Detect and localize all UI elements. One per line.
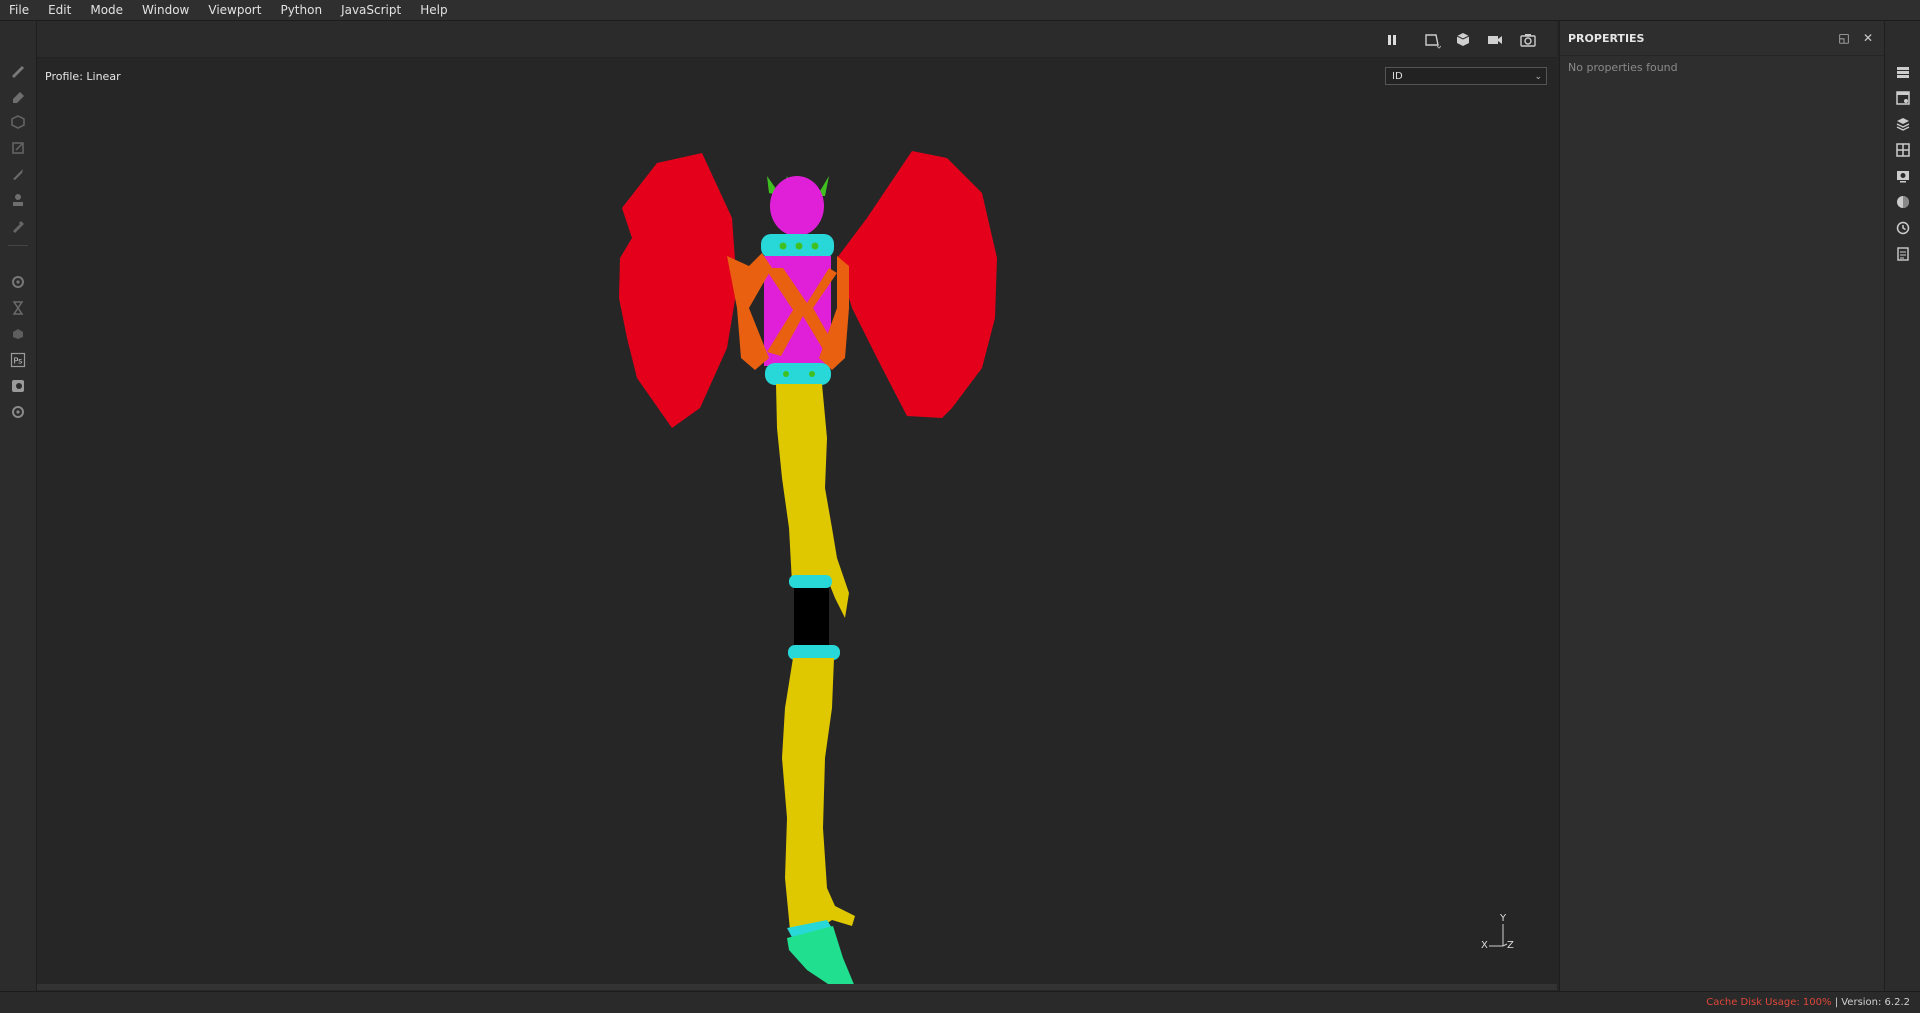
menu-bar: File Edit Mode Window Viewport Python Ja… bbox=[0, 0, 1920, 21]
version-label: | Version: 6.2.2 bbox=[1834, 997, 1910, 1008]
menu-file[interactable]: File bbox=[0, 0, 39, 20]
menu-viewport[interactable]: Viewport bbox=[199, 0, 271, 20]
properties-empty-text: No properties found bbox=[1568, 61, 1678, 74]
layers-icon[interactable] bbox=[1893, 114, 1913, 134]
menu-javascript[interactable]: JavaScript bbox=[332, 0, 411, 20]
left-toolbar: Ps bbox=[0, 21, 37, 991]
axis-gizmo: Y X Z bbox=[1477, 913, 1527, 958]
log-icon[interactable] bbox=[1893, 244, 1913, 264]
export-icon[interactable] bbox=[7, 375, 29, 397]
toolbar-separator bbox=[8, 245, 28, 246]
history-icon[interactable] bbox=[1893, 218, 1913, 238]
3d-view-icon[interactable] bbox=[1452, 29, 1474, 51]
screenshot-icon[interactable] bbox=[1517, 29, 1539, 51]
iray-icon[interactable] bbox=[7, 297, 29, 319]
lower-ring bbox=[765, 363, 831, 385]
menu-window[interactable]: Window bbox=[133, 0, 199, 20]
texture-set-list-icon[interactable] bbox=[1893, 62, 1913, 82]
display-settings-icon[interactable] bbox=[1893, 166, 1913, 186]
status-info: Cache Disk Usage: 100% | Version: 6.2.2 bbox=[1706, 997, 1910, 1008]
properties-header: PROPERTIES ◱ ✕ bbox=[1560, 21, 1884, 56]
2d-view-icon[interactable] bbox=[1421, 29, 1443, 51]
eraser-icon[interactable] bbox=[7, 85, 29, 107]
grip bbox=[794, 588, 829, 648]
axe-model bbox=[619, 151, 997, 984]
cache-disk-usage-label: Cache Disk Usage: bbox=[1706, 997, 1800, 1008]
bake-settings-icon[interactable] bbox=[7, 271, 29, 293]
pause-icon[interactable] bbox=[1381, 29, 1403, 51]
float-panel-icon[interactable]: ◱ bbox=[1836, 30, 1852, 46]
plugins-icon[interactable] bbox=[7, 401, 29, 423]
axis-x-label: X bbox=[1481, 940, 1488, 951]
right-blade bbox=[837, 151, 997, 418]
properties-title: PROPERTIES bbox=[1568, 32, 1645, 45]
camera-icon[interactable] bbox=[1484, 29, 1506, 51]
axis-y-label: Y bbox=[1500, 913, 1507, 924]
photoshop-icon[interactable]: Ps bbox=[7, 349, 29, 371]
paint-brush-icon[interactable] bbox=[7, 59, 29, 81]
close-icon[interactable]: ✕ bbox=[1860, 30, 1876, 46]
menu-python[interactable]: Python bbox=[271, 0, 332, 20]
svg-text:Ps: Ps bbox=[14, 357, 23, 366]
grip-ring-top bbox=[789, 575, 832, 588]
menu-edit[interactable]: Edit bbox=[39, 0, 81, 20]
right-toolbar bbox=[1884, 21, 1920, 991]
texture-set-settings-icon[interactable] bbox=[1893, 88, 1913, 108]
pommel-cap bbox=[770, 176, 824, 236]
cache-disk-usage-value: 100% bbox=[1802, 997, 1832, 1008]
3d-viewport[interactable]: Profile: Linear ID ⌄ Y X Z bbox=[37, 58, 1557, 984]
shader-settings-icon[interactable] bbox=[1893, 192, 1913, 212]
smudge-icon[interactable] bbox=[7, 163, 29, 185]
axis-z-label: Z bbox=[1507, 940, 1514, 951]
left-blade bbox=[619, 153, 737, 428]
projection-icon[interactable] bbox=[7, 111, 29, 133]
shelf-icon[interactable] bbox=[1893, 140, 1913, 160]
menu-mode[interactable]: Mode bbox=[81, 0, 133, 20]
properties-panel: PROPERTIES ◱ ✕ No properties found bbox=[1559, 21, 1884, 991]
menu-help[interactable]: Help bbox=[411, 0, 457, 20]
grip-ring-bottom bbox=[788, 645, 840, 660]
sparse-icon[interactable] bbox=[7, 323, 29, 345]
status-bar: Cache Disk Usage: 100% | Version: 6.2.2 bbox=[0, 991, 1920, 1013]
color-picker-icon[interactable] bbox=[7, 215, 29, 237]
viewport-scrollbar bbox=[37, 984, 1557, 990]
clone-stamp-icon[interactable] bbox=[7, 189, 29, 211]
polygon-fill-icon[interactable] bbox=[7, 137, 29, 159]
viewport-toolbar bbox=[37, 21, 1557, 58]
lower-handle bbox=[782, 658, 855, 930]
